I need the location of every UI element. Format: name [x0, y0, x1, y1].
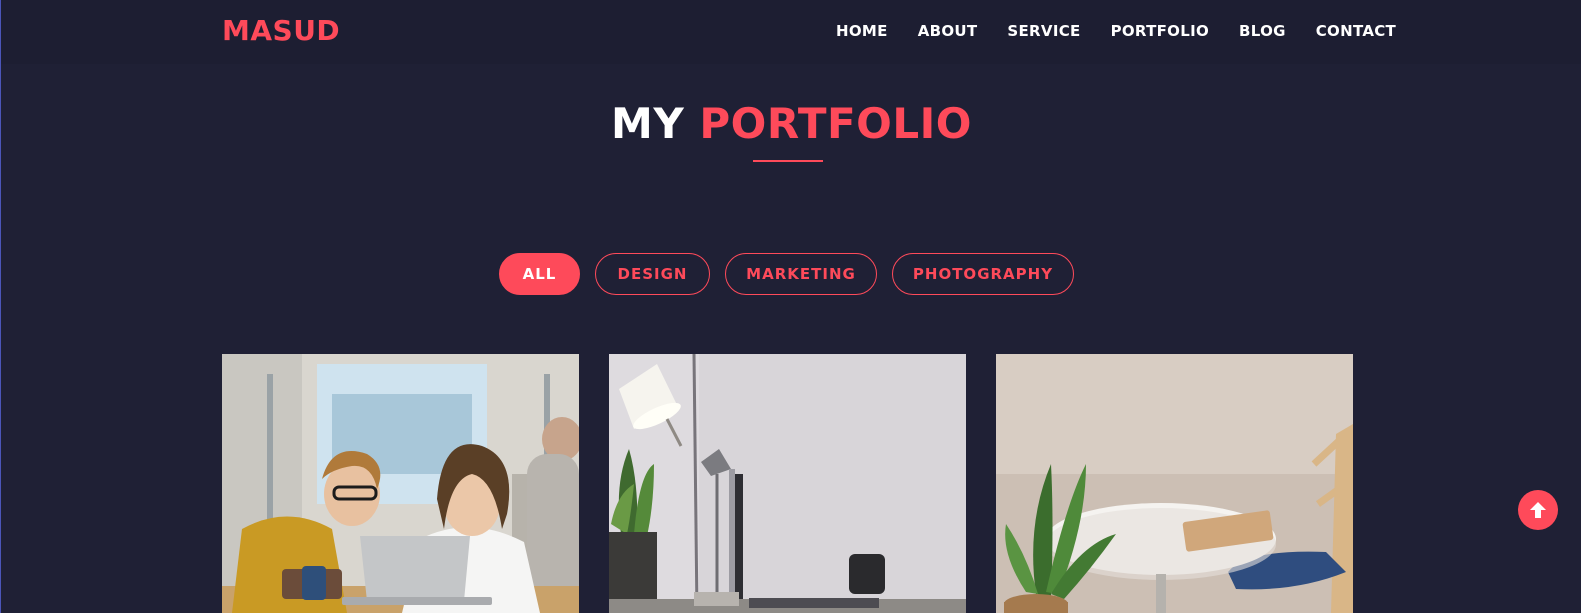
filter-design-button[interactable]: DESIGN: [595, 253, 710, 295]
filter-photography-button[interactable]: PHOTOGRAPHY: [892, 253, 1074, 295]
nav-item-blog[interactable]: BLOG: [1239, 22, 1286, 40]
section-title: MY PORTFOLIO: [1, 99, 1581, 149]
title-underline: [753, 160, 823, 162]
arrow-up-icon: [1530, 502, 1546, 518]
nav-item-about[interactable]: ABOUT: [918, 22, 978, 40]
section-title-part2: PORTFOLIO: [699, 99, 972, 148]
desk-lamp-and-computer-photo: [609, 354, 966, 613]
nav-item-portfolio[interactable]: PORTFOLIO: [1111, 22, 1209, 40]
portfolio-item-1[interactable]: [222, 354, 579, 613]
nav-item-home[interactable]: HOME: [836, 22, 888, 40]
portfolio-filters: ALL DESIGN MARKETING PHOTOGRAPHY: [499, 253, 1074, 295]
portfolio-item-2[interactable]: [609, 354, 966, 613]
main-nav: HOME ABOUT SERVICE PORTFOLIO BLOG CONTAC…: [836, 22, 1396, 40]
nav-item-contact[interactable]: CONTACT: [1316, 22, 1396, 40]
filter-all-button[interactable]: ALL: [499, 253, 580, 295]
site-logo[interactable]: MASUD: [222, 14, 340, 47]
back-to-top-button[interactable]: [1518, 490, 1558, 530]
round-table-with-plant-and-chair-photo: [996, 354, 1353, 613]
two-students-with-laptop-photo: [222, 354, 579, 613]
page: MASUD HOME ABOUT SERVICE PORTFOLIO BLOG …: [0, 0, 1581, 613]
portfolio-item-3[interactable]: [996, 354, 1353, 613]
nav-item-service[interactable]: SERVICE: [1007, 22, 1080, 40]
filter-marketing-button[interactable]: MARKETING: [725, 253, 877, 295]
section-title-part1: MY: [611, 99, 685, 148]
site-header: MASUD HOME ABOUT SERVICE PORTFOLIO BLOG …: [1, 0, 1581, 64]
